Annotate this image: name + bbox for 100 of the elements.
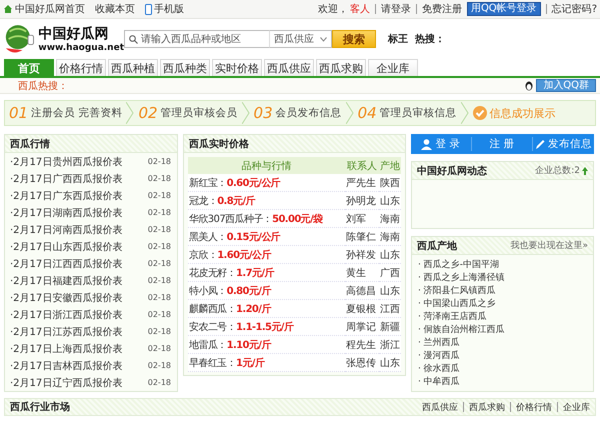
- table-cell: 花皮无籽：1.7元/斤: [188, 264, 345, 282]
- date-text: 02-18: [148, 242, 171, 251]
- panel-title: 西瓜产地: [417, 240, 457, 252]
- panel-title: 中国好瓜网动态: [417, 164, 487, 178]
- date-text: 02-18: [148, 293, 171, 302]
- market-link[interactable]: ·2月17日福建西瓜报价表: [10, 274, 122, 288]
- table-cell: 黄生: [345, 264, 379, 282]
- industry-link[interactable]: 企业库: [563, 400, 590, 414]
- nav-tab[interactable]: 西瓜求购: [316, 59, 366, 76]
- market-link[interactable]: ·2月17日吉林西瓜报价表: [10, 358, 122, 372]
- chevron-icon: [126, 102, 134, 124]
- origin-link[interactable]: · 西瓜之乡上海潘径镇: [418, 272, 587, 285]
- origin-link[interactable]: · 中牟西瓜: [418, 376, 587, 389]
- market-link[interactable]: ·2月17日广东西瓜报价表: [10, 188, 122, 202]
- top-link[interactable]: 手机版: [145, 2, 184, 16]
- top-link[interactable]: 收藏本页: [95, 2, 135, 16]
- market-link[interactable]: ·2月17日河南西瓜报价表: [10, 222, 122, 236]
- origin-link[interactable]: · 菏泽南王店西瓜: [418, 311, 587, 324]
- forgot-password-link[interactable]: 忘记密码?: [552, 2, 597, 16]
- nav-tab[interactable]: 企业库: [368, 59, 418, 76]
- search-field[interactable]: 请输入西瓜品种或地区: [124, 30, 269, 48]
- market-link[interactable]: ·2月17日上海西瓜报价表: [10, 342, 122, 356]
- nav-tab[interactable]: 首页: [4, 59, 54, 76]
- chevron-icon: [320, 36, 327, 42]
- origin-link[interactable]: · 中国梁山西瓜之乡: [418, 298, 587, 311]
- market-link[interactable]: ·2月17日广西西瓜报价表: [10, 172, 122, 186]
- table-cell: 京欣：1.60元/公斤: [188, 246, 345, 264]
- welcome-text: 欢迎，: [318, 2, 348, 16]
- step-label: 会员发布信息: [276, 106, 342, 120]
- top-link[interactable]: 中国好瓜网首页: [3, 2, 85, 16]
- phone-icon: [145, 4, 152, 14]
- arrow-up-icon: [582, 166, 588, 174]
- pencil-icon: [535, 138, 545, 150]
- industry-link[interactable]: 西瓜求购: [469, 400, 505, 414]
- table-cell: 新疆: [379, 318, 401, 336]
- table-cell: 程先生: [345, 336, 379, 354]
- panel-title: 西瓜实时价格: [189, 137, 249, 150]
- origin-link[interactable]: · 兰州西瓜: [418, 337, 587, 350]
- table-cell: 地雷瓜：1.10元/斤: [188, 336, 345, 354]
- origin-link[interactable]: · 侗族自治州榕江西瓜: [418, 324, 587, 337]
- table-cell: 麒麟西瓜：1.20/斤: [188, 300, 345, 318]
- account-button[interactable]: 注 册: [472, 134, 532, 154]
- logo-name: 中国好瓜网: [38, 25, 110, 43]
- market-link[interactable]: ·2月17日江苏西瓜报价表: [10, 324, 122, 338]
- company-count: 企业总数:2: [535, 164, 580, 177]
- search-icon: [129, 34, 138, 44]
- table-cell: 浙江: [379, 336, 401, 354]
- table-cell: 广西: [379, 264, 401, 282]
- date-text: 02-18: [148, 344, 171, 353]
- qq-login-button[interactable]: 用QQ帐号登录: [466, 2, 541, 16]
- table-cell: 山东: [379, 246, 401, 264]
- market-link[interactable]: ·2月17日山东西瓜报价表: [10, 240, 122, 254]
- listing-link[interactable]: 我也要出现在这里»: [510, 239, 588, 252]
- table-cell: 严先生: [345, 174, 379, 192]
- step-label: 管理员审核会员: [160, 106, 238, 120]
- market-link[interactable]: ·2月17日贵州西瓜报价表: [10, 154, 122, 168]
- table-cell: 山东: [379, 354, 401, 372]
- origin-link[interactable]: · 徐水西瓜: [418, 363, 587, 376]
- column-header: 产地: [379, 157, 401, 174]
- step-number: 04: [358, 104, 377, 122]
- market-link[interactable]: ·2月17日辽宁西瓜报价表: [10, 376, 122, 390]
- table-cell: 周掌记: [345, 318, 379, 336]
- account-button[interactable]: 登 录: [411, 134, 471, 154]
- table-cell: 孙祥发: [345, 246, 379, 264]
- market-link[interactable]: ·2月17日江西西瓜报价表: [10, 256, 122, 270]
- origin-link[interactable]: · 漫河西瓜: [418, 350, 587, 363]
- nav-tab[interactable]: 实时价格: [212, 59, 262, 76]
- step-number: 01: [9, 104, 28, 122]
- login-link[interactable]: 请登录: [380, 2, 411, 16]
- chevron-icon: [460, 102, 469, 124]
- nav-tab[interactable]: 西瓜种植: [108, 59, 158, 76]
- guest-link[interactable]: 客人: [350, 2, 370, 16]
- origin-link[interactable]: · 济阳县仁风镇西瓜: [418, 285, 587, 298]
- market-link[interactable]: ·2月17日安徽西瓜报价表: [10, 290, 122, 304]
- market-link[interactable]: ·2月17日浙江西瓜报价表: [10, 308, 122, 322]
- table-cell: 冠龙：0.8元/斤: [188, 192, 345, 210]
- search-button[interactable]: 搜索: [332, 30, 376, 48]
- nav-tab[interactable]: 西瓜供应: [264, 59, 314, 76]
- category-dropdown[interactable]: 西瓜供应: [269, 30, 332, 48]
- table-cell: 早春红玉：1元/斤: [188, 354, 345, 372]
- industry-link[interactable]: 西瓜供应: [422, 400, 458, 414]
- table-cell: 张恩传: [345, 354, 379, 372]
- account-button[interactable]: 发布信息: [533, 134, 594, 154]
- market-link[interactable]: ·2月17日湖南西瓜报价表: [10, 206, 122, 220]
- date-text: 02-18: [148, 174, 171, 183]
- origin-link[interactable]: · 西瓜之乡-中国平湖: [418, 259, 587, 272]
- table-cell: 黑美人：0.15元/公斤: [188, 228, 345, 246]
- step-number: 03: [254, 104, 273, 122]
- table-cell: 海南: [379, 210, 401, 228]
- nav-tab[interactable]: 西瓜种类: [160, 59, 210, 76]
- table-cell: 新红宝：0.60元/公斤: [188, 174, 345, 192]
- table-cell: 海南: [379, 228, 401, 246]
- date-text: 02-18: [148, 276, 171, 285]
- nav-tab[interactable]: 价格行情: [56, 59, 106, 76]
- register-link[interactable]: 免费注册: [422, 2, 462, 16]
- table-cell: 安农二号：1.1-1.5元/斤: [188, 318, 345, 336]
- date-text: 02-18: [148, 259, 171, 268]
- industry-link[interactable]: 价格行情: [516, 400, 552, 414]
- date-text: 02-18: [148, 191, 171, 200]
- date-text: 02-18: [148, 327, 171, 336]
